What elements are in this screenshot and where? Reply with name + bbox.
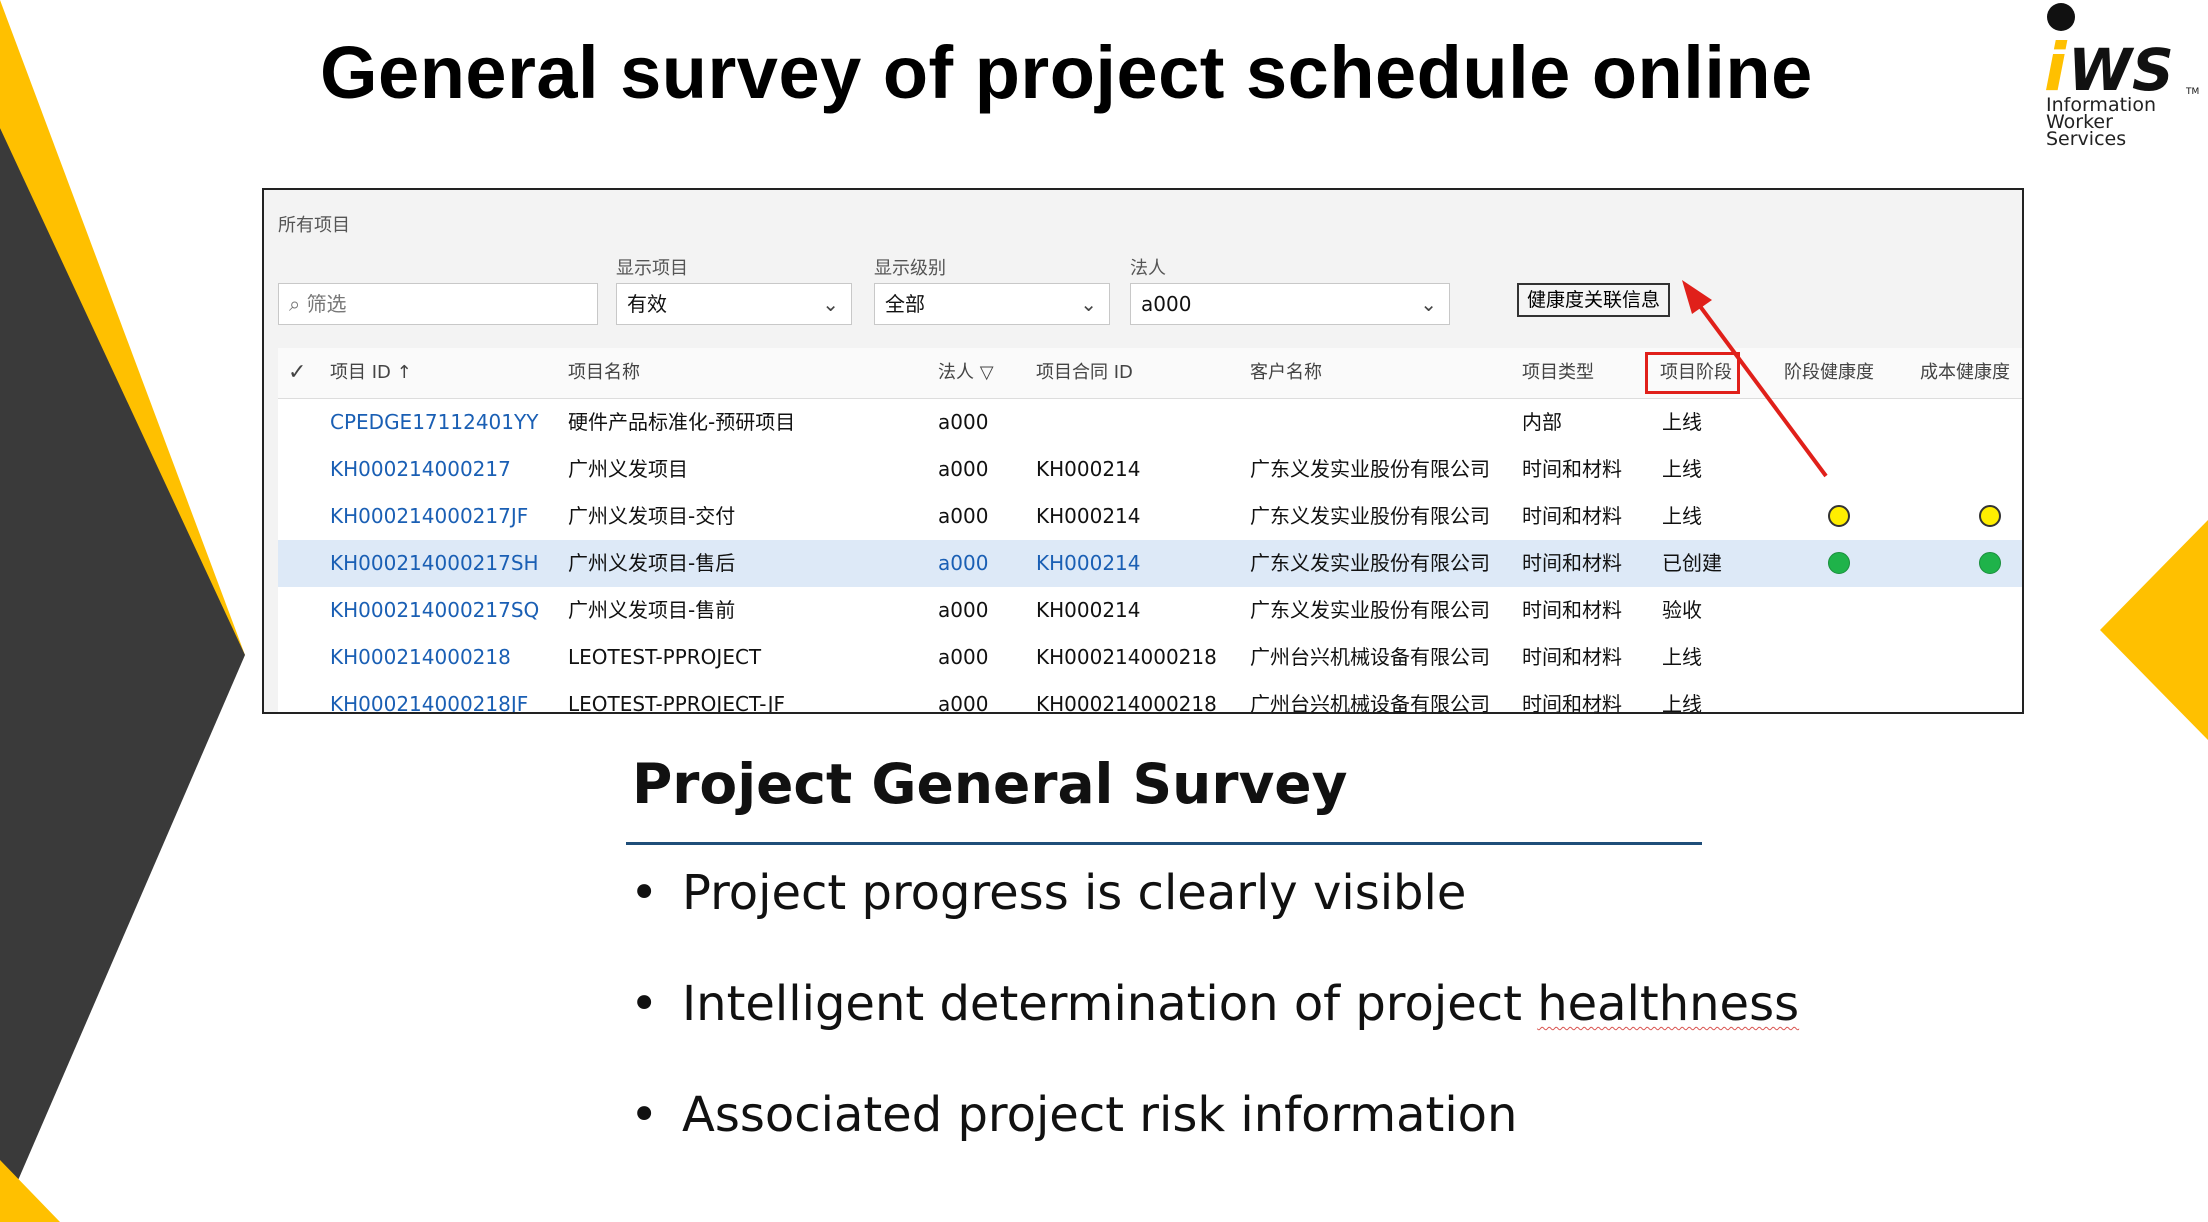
arrow-head xyxy=(1682,280,1712,314)
arrow-line xyxy=(1686,288,1828,478)
bullet-text: Intelligent determination of project hea… xyxy=(682,976,1800,1032)
logo-subtitle: Information Worker Services xyxy=(2046,96,2156,150)
section-heading: Project General Survey xyxy=(632,752,1348,816)
project-list-screenshot: 所有项目 显示项目 显示级别 法人 ⌕ 筛选 有效 ⌄ 全部 ⌄ a000 ⌄ … xyxy=(262,188,2024,714)
bullet-dot: • xyxy=(630,865,659,921)
annotation-arrow xyxy=(1682,280,1828,478)
yellow-accent-shape-left-bottom xyxy=(0,1160,60,1222)
bullet-text: Project progress is clearly visible xyxy=(682,865,1467,921)
bullet-item-3: • Associated project risk information xyxy=(630,1087,1517,1143)
heading-underline xyxy=(626,842,1702,845)
dark-chevron-shape xyxy=(0,128,245,1222)
slide-title: General survey of project schedule onlin… xyxy=(320,31,1813,114)
bullet-item-1: • Project progress is clearly visible xyxy=(630,865,1466,921)
logo-line-3: Services xyxy=(2046,128,2127,150)
logo-tm: TM xyxy=(2185,87,2199,97)
bullet-dot: • xyxy=(630,976,659,1032)
spellcheck-word: healthness xyxy=(1537,976,1800,1032)
bullet-item-2: • Intelligent determination of project he… xyxy=(630,976,1799,1032)
bullet-dot: • xyxy=(630,1087,659,1143)
bullet-text: Associated project risk information xyxy=(682,1087,1518,1143)
yellow-right-triangle xyxy=(2100,520,2208,740)
